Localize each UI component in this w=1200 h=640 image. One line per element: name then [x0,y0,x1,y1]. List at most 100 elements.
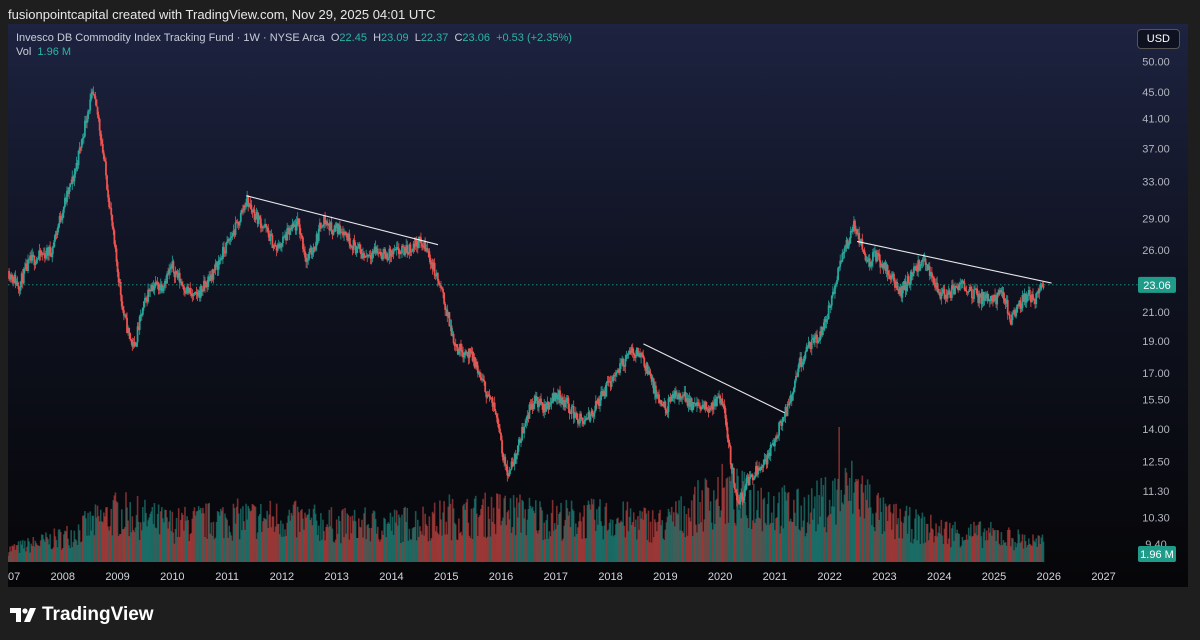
year-tick-label: 2020 [708,571,732,583]
candle-body [87,111,89,120]
candle-body [170,266,173,269]
candle-body [238,221,241,226]
last-price-label: 23.06 [1143,280,1171,292]
candle-body [93,94,96,97]
candle-body [752,478,755,481]
candle-body [128,327,131,333]
candle-body [1025,295,1028,303]
candle-body [605,383,608,397]
candle-body [286,228,289,241]
candle-body [442,289,444,293]
candle-body [402,245,404,247]
candle-body [457,351,460,355]
candle-body [392,250,395,255]
candle-body [207,276,210,287]
candle-body [976,288,979,296]
candle-body [661,403,664,406]
candle-body [581,417,584,422]
candle-body [920,261,923,266]
candle-body [946,292,949,299]
candle-body [524,423,527,427]
candle-body [115,248,118,262]
candle-body [421,243,423,247]
candle-body [138,316,141,331]
candle-body [505,464,508,467]
candle-body [180,281,183,285]
volume-legend: Vol 1.96 M [16,46,71,58]
candle-body [847,243,850,249]
candle-body [565,400,568,403]
candle-body [1039,288,1042,290]
chart-credit: fusionpointcapital created with TradingV… [8,7,436,22]
candle-body [724,408,727,419]
candle-body [101,143,104,153]
candle-body [803,358,806,362]
candle-body [1008,314,1011,320]
candle-body [270,234,273,236]
candle-body [98,118,101,131]
candle-body [748,477,751,486]
candle-body [766,453,769,465]
candle-body [406,245,409,254]
candle-body [89,99,92,111]
candle-body [886,265,889,275]
candle-body [1032,294,1034,299]
candle-body [962,280,965,283]
candle-body [954,286,956,295]
candle-body [905,286,908,291]
candle-body [234,222,237,235]
candle-body [578,423,580,425]
candle-body [369,255,372,259]
trendline[interactable] [246,195,439,246]
candle-body [664,401,667,410]
candle-body [958,284,961,291]
year-tick-label: 2027 [1091,571,1115,583]
candle-body [838,266,841,269]
candle-body [338,224,341,234]
candle-body [82,136,85,138]
candle-body [482,378,484,380]
candle-body [564,402,567,408]
candle-body [479,372,481,378]
candle-body [599,400,601,407]
price-tick-label: 29.00 [1142,214,1170,226]
candle-body [506,466,509,476]
candle-body [509,469,512,471]
currency-button[interactable]: USD [1136,29,1180,49]
candle-body [88,110,91,112]
candle-body [74,169,77,175]
candle-body [1015,312,1018,317]
candle-body [427,250,430,252]
candle-body [933,277,935,285]
candle-body [1026,294,1029,296]
price-chart[interactable]: 50.00 45.00 41.00 37.00 33.00 29.00 26.00 21.00… [8,24,1188,587]
candle-body [699,405,702,409]
price-tick-label: 26.00 [1142,245,1170,257]
year-tick-label: 2019 [653,571,677,583]
candle-body [116,261,119,273]
candle-body [444,303,447,310]
candle-body [348,233,351,244]
candle-body [396,247,399,249]
candle-body [762,464,765,468]
candle-body [575,412,578,420]
candle-body [826,319,829,320]
candle-body [359,249,362,255]
chart-panel[interactable]: 50.00 45.00 41.00 37.00 33.00 29.00 26.00 21.00… [8,24,1188,587]
candle-body [870,261,873,266]
candle-body [297,218,300,225]
candle-body [861,239,864,250]
candle-body [723,404,726,409]
candle-body [463,355,466,358]
candle-body [996,293,999,305]
candle-body [620,363,622,364]
candle-body [615,372,618,373]
candle-body [735,489,737,493]
candle-body [119,281,122,296]
candle-body [223,247,225,252]
candle-body [135,342,138,347]
candle-body [32,254,35,256]
candle-body [577,419,579,424]
change-value: +0.53 (+2.35%) [496,32,572,44]
tradingview-logo[interactable]: TradingView [10,604,154,626]
